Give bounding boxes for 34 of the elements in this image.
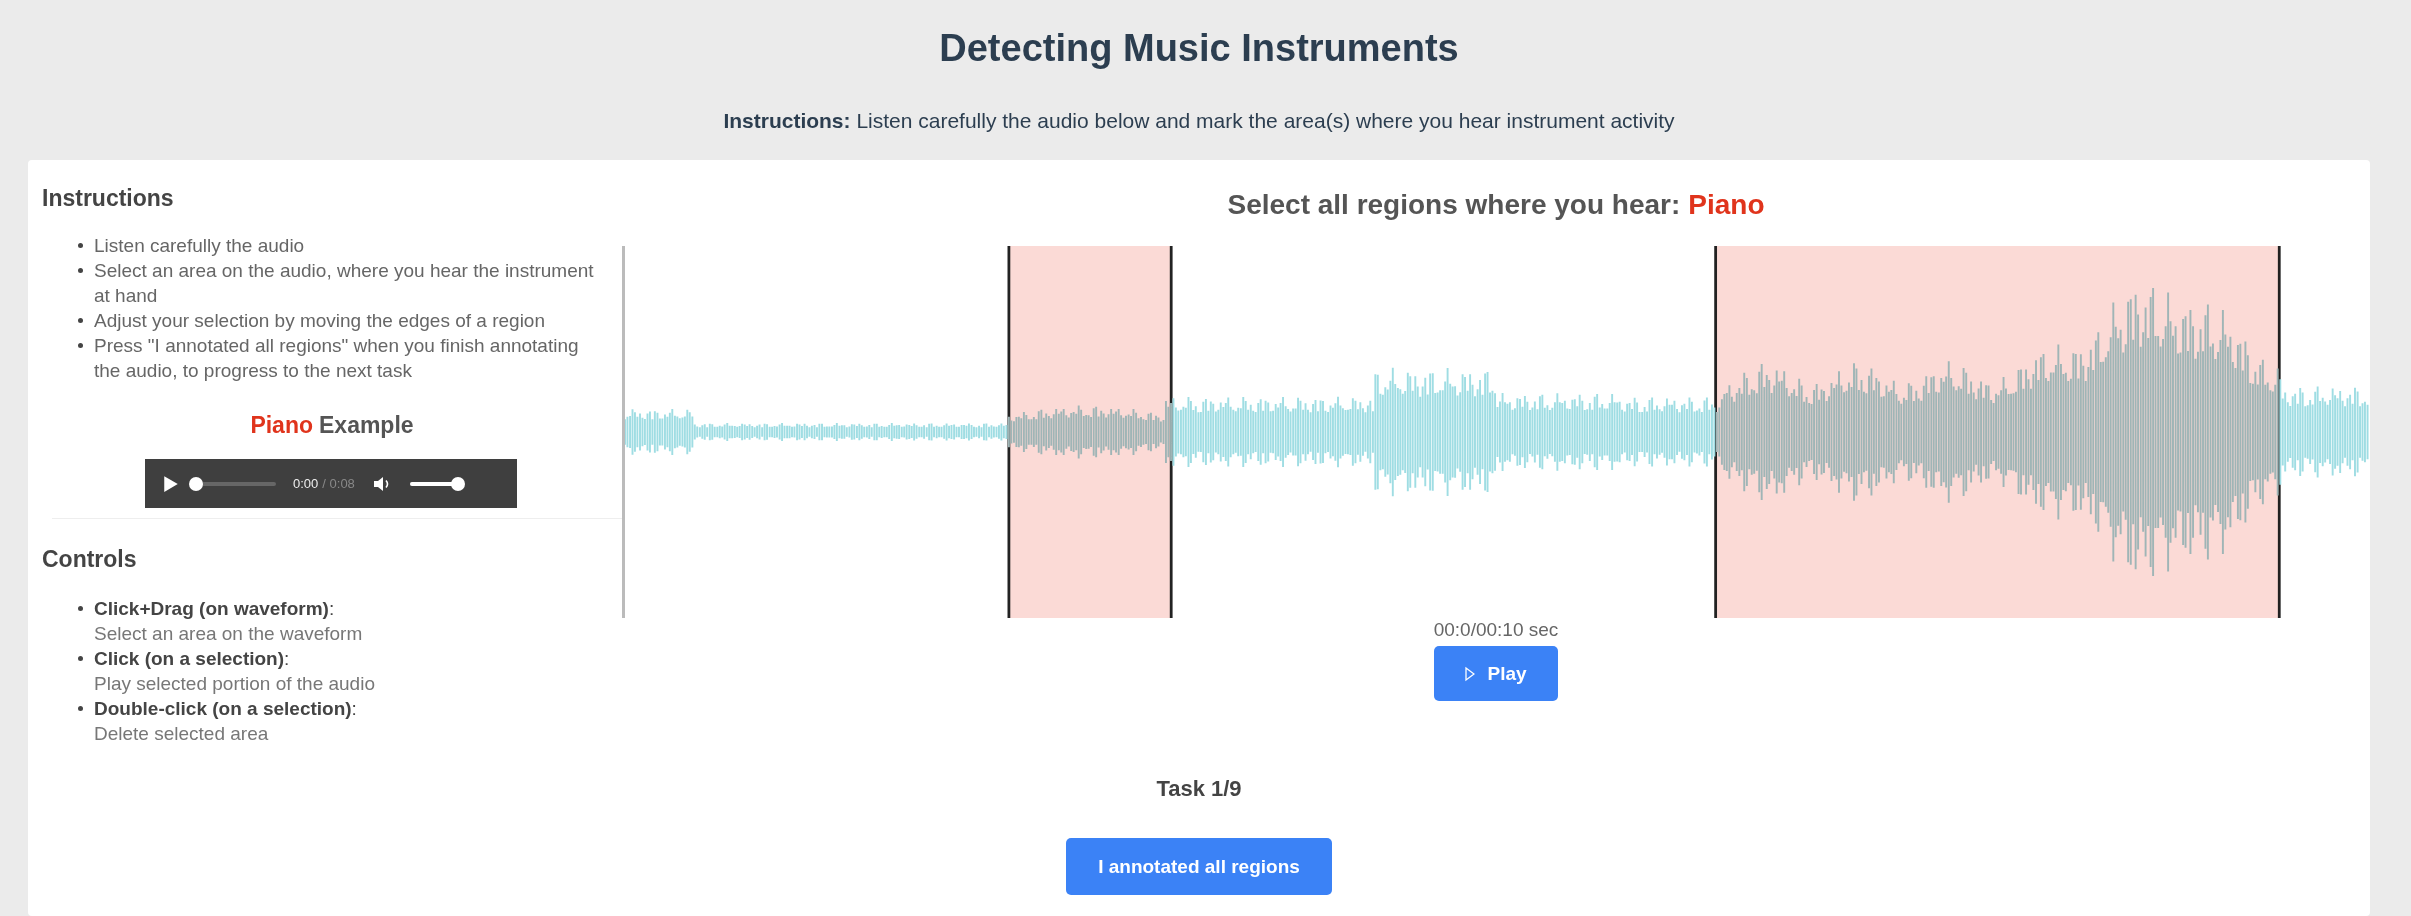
prompt-text: Select all regions where you hear:: [1227, 189, 1681, 221]
instruction-item: Press "I annotated all regions" when you finish annotating the audio, to progress to the next task: [94, 334, 580, 383]
selected-region[interactable]: [1007, 246, 1173, 618]
instruction-item: Listen carefully the audio: [94, 234, 305, 258]
submit-button[interactable]: I annotated all regions: [1066, 838, 1332, 895]
bullet-icon: [78, 656, 83, 661]
control-description: Delete selected area: [94, 722, 269, 746]
bullet-icon: [78, 318, 83, 323]
control-description: Select an area on the waveform: [94, 622, 363, 646]
instruction-item: Adjust your selection by moving the edges of a region: [94, 309, 545, 333]
control-action: Click (on a selection):: [94, 647, 290, 671]
bullet-icon: [78, 243, 83, 248]
control-action: Double-click (on a selection):: [94, 697, 357, 721]
task-counter: Task 1/9: [1156, 776, 1242, 802]
instruction-item: Select an area on the audio, where you hear the instrument at hand: [94, 259, 595, 308]
control-description: Play selected portion of the audio: [94, 672, 375, 696]
page-title: Detecting Music Instruments: [938, 26, 1460, 70]
duration: / 0:08: [322, 476, 355, 491]
bullet-icon: [78, 343, 83, 348]
section-heading: Instructions: [42, 184, 175, 212]
control-action: Click+Drag (on waveform):: [94, 597, 335, 621]
instrument-name: Piano: [250, 411, 313, 439]
play-button[interactable]: Play: [1434, 646, 1558, 701]
play-icon[interactable]: [163, 474, 179, 493]
bullet-icon: [78, 268, 83, 273]
example-label: Example: [319, 411, 414, 439]
instrument-name: Piano: [1688, 189, 1765, 221]
section-heading: Controls: [42, 545, 138, 573]
bullet-icon: [78, 606, 83, 611]
instructions-text: Instructions: Listen carefully the audio below and mark the area(s) where you hear instrument activity: [722, 108, 1676, 133]
bullet-icon: [78, 706, 83, 711]
time-display: 00:0/00:10 sec: [1433, 618, 1559, 641]
current-time: 0:00: [293, 476, 319, 491]
play-icon: [1465, 665, 1476, 682]
